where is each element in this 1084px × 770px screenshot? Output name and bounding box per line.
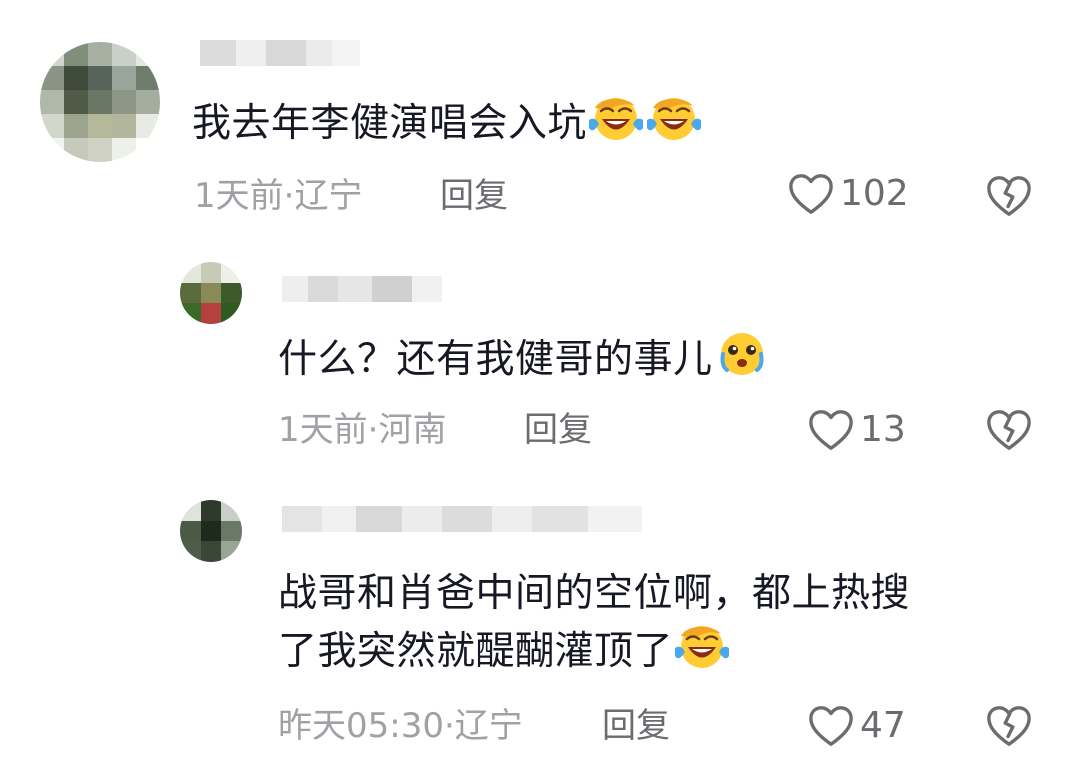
like-button[interactable]: 102 [788, 172, 909, 216]
comment-text: 什么？还有我健哥的事儿 [278, 330, 771, 388]
comment-body: 什么？还有我健哥的事儿 [278, 337, 713, 382]
teary-eyed-emoji [713, 330, 771, 378]
time-location: 1天前·河南 [278, 410, 447, 450]
time-location: 1天前·辽宁 [194, 176, 363, 216]
crying-laughing-emoji [587, 94, 645, 142]
username-blurred[interactable] [282, 506, 642, 532]
like-button[interactable]: 47 [808, 704, 906, 748]
broken-heart-icon[interactable] [986, 408, 1032, 452]
comment-body: 我去年李健演唱会入坑 [192, 101, 588, 146]
reply-button[interactable]: 回复 [602, 706, 670, 746]
time-location: 昨天05:30·辽宁 [278, 706, 523, 746]
crying-laughing-emoji [673, 622, 731, 670]
crying-laughing-emoji [645, 94, 703, 142]
username-blurred[interactable] [200, 40, 360, 66]
heart-outline-icon [808, 704, 854, 748]
comment-body-line1: 战哥和肖爸中间的空位啊，都上热搜 [278, 571, 911, 616]
like-count: 102 [840, 173, 909, 214]
username-blurred[interactable] [282, 276, 442, 302]
avatar[interactable] [40, 42, 160, 162]
heart-outline-icon [788, 172, 834, 216]
like-button[interactable]: 13 [808, 408, 906, 452]
comment-body-line2: 了我突然就醍醐灌顶了 [278, 629, 674, 674]
broken-heart-icon[interactable] [986, 704, 1032, 748]
heart-outline-icon [808, 408, 854, 452]
broken-heart-icon[interactable] [986, 174, 1032, 218]
like-count: 47 [860, 705, 906, 746]
comment-text: 我去年李健演唱会入坑 [192, 94, 703, 152]
reply-button[interactable]: 回复 [524, 410, 592, 450]
avatar[interactable] [180, 500, 242, 562]
comment-text: 战哥和肖爸中间的空位啊，都上热搜 了我突然就醍醐灌顶了 [278, 566, 1018, 680]
like-count: 13 [860, 409, 906, 450]
reply-button[interactable]: 回复 [440, 176, 508, 216]
avatar[interactable] [180, 262, 242, 324]
